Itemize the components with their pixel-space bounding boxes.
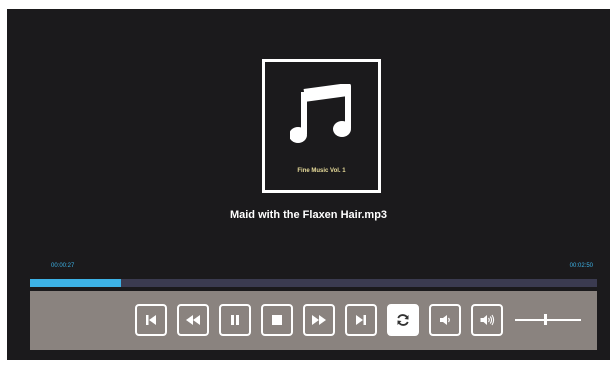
loop-button[interactable]: [387, 304, 419, 336]
music-note-icon: [290, 84, 351, 143]
rewind-button[interactable]: [177, 304, 209, 336]
loop-icon: [397, 314, 409, 326]
pause-icon: [231, 315, 239, 325]
track-title: Maid with the Flaxen Hair.mp3: [229, 209, 388, 221]
skip-next-icon: [356, 315, 366, 325]
total-time: 00:02:50: [569, 263, 593, 269]
fast-forward-button[interactable]: [303, 304, 335, 336]
volume-slider-track: [515, 319, 581, 321]
pause-button[interactable]: [219, 304, 251, 336]
album-art: Fine Music Vol. 1: [262, 59, 381, 193]
progress-fill: [30, 279, 121, 287]
stop-icon: [272, 315, 282, 325]
progress-bar[interactable]: [30, 279, 597, 287]
skip-to-start-button[interactable]: [135, 304, 167, 336]
skip-to-end-button[interactable]: [345, 304, 377, 336]
volume-down-button[interactable]: [429, 304, 461, 336]
elapsed-time: 00:00:27: [51, 263, 75, 269]
skip-previous-icon: [146, 315, 156, 325]
volume-up-button[interactable]: [471, 304, 503, 336]
fast-forward-icon: [312, 315, 326, 325]
control-bar: [30, 291, 597, 350]
volume-high-icon: [480, 314, 495, 326]
rewind-icon: [186, 315, 200, 325]
album-label: Fine Music Vol. 1: [297, 168, 346, 174]
volume-low-icon: [440, 315, 450, 325]
media-player: Fine Music Vol. 1 Maid with the Flaxen H…: [7, 9, 610, 360]
volume-slider-thumb[interactable]: [543, 314, 547, 325]
volume-slider[interactable]: [515, 310, 581, 330]
stop-button[interactable]: [261, 304, 293, 336]
